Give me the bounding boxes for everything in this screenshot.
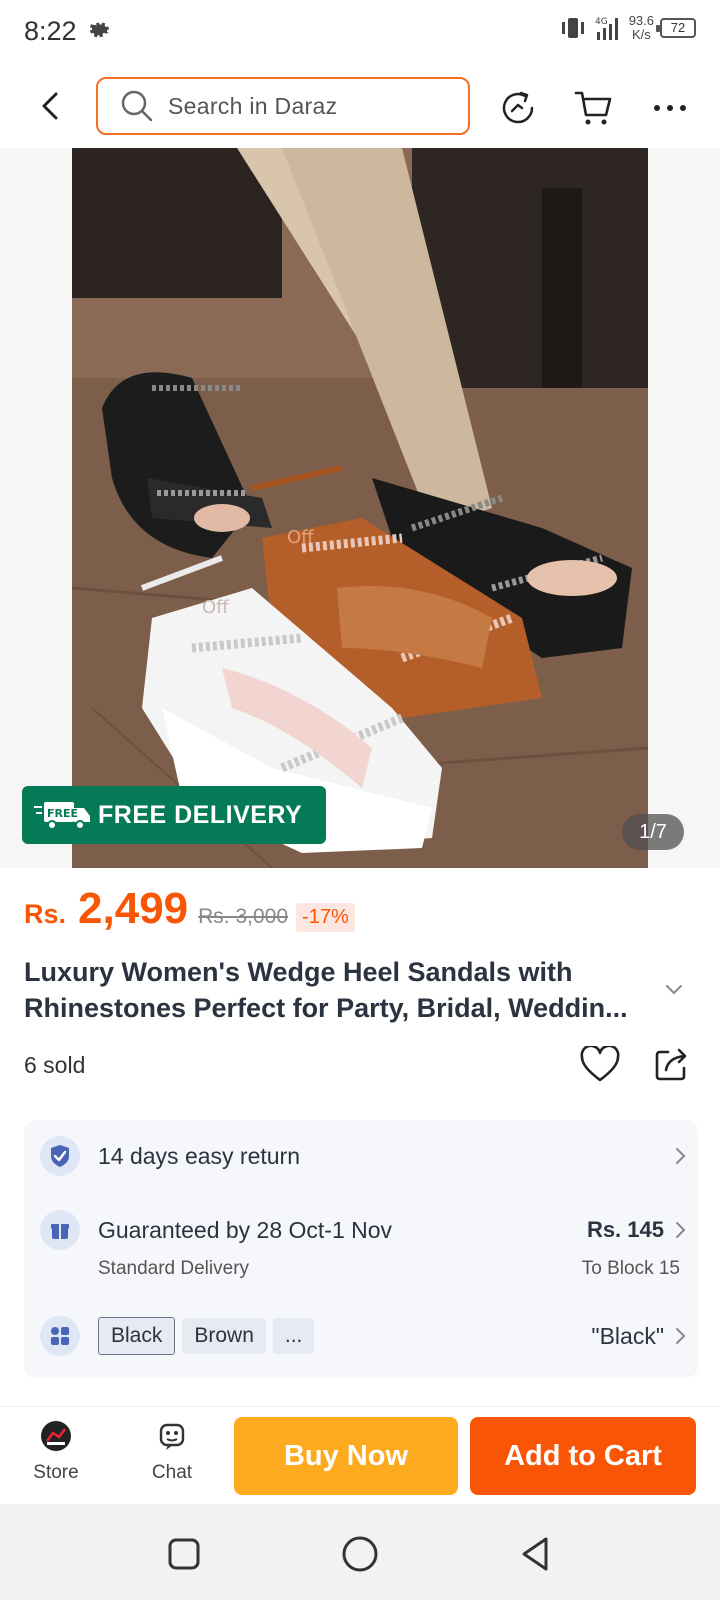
delivery-type: Standard Delivery <box>98 1258 250 1279</box>
product-title[interactable]: Luxury Women's Wedge Heel Sandals with R… <box>24 954 674 1026</box>
chat-bot-icon <box>159 1423 185 1450</box>
status-bar: 8:22 4G 93.6 K/s 72 <box>0 0 720 66</box>
cart-button[interactable] <box>572 86 616 130</box>
original-price: Rs. 3,000 <box>198 905 289 928</box>
return-policy-row[interactable]: 14 days easy return <box>40 1136 686 1176</box>
back-triangle-icon[interactable] <box>516 1534 556 1574</box>
variant-grid-icon <box>40 1316 80 1356</box>
delivery-fee-group: Rs. 145 <box>587 1217 686 1243</box>
chevron-right-icon <box>676 1328 686 1344</box>
free-delivery-label: FREE DELIVERY <box>98 800 303 829</box>
variant-row[interactable]: Black Brown ... "Black" <box>40 1316 686 1356</box>
free-delivery-badge: FREE FREE DELIVERY <box>22 786 326 844</box>
service-info-card: 14 days easy return Guaranteed by 28 Oct… <box>24 1120 698 1378</box>
settings-gear-icon <box>89 22 110 38</box>
price-currency: Rs. <box>24 899 67 929</box>
delivery-guarantee-text: Guaranteed by 28 Oct-1 Nov <box>98 1216 393 1243</box>
svg-text:4G: 4G <box>595 17 608 27</box>
status-time: 8:22 <box>24 16 77 46</box>
cart-icon <box>574 91 612 125</box>
store-logo-icon <box>41 1421 71 1451</box>
sandals-illustration: Off Off <box>72 148 648 868</box>
recent-apps-icon[interactable] <box>164 1534 204 1574</box>
chevron-right-icon <box>676 1222 686 1238</box>
store-button[interactable]: Store <box>16 1419 96 1484</box>
add-to-cart-button[interactable]: Add to Cart <box>470 1417 696 1495</box>
net-speed-value: 93.6 <box>628 13 654 28</box>
status-indicators: 4G 93.6 K/s 72 <box>559 14 696 42</box>
chevron-right-icon <box>676 1148 686 1164</box>
variant-chip-brown[interactable]: Brown <box>182 1318 266 1354</box>
sold-count: 6 sold <box>24 1052 86 1078</box>
search-input[interactable]: Search in Daraz <box>96 77 470 135</box>
signal-4g-icon: 4G <box>595 17 618 40</box>
home-circle-icon[interactable] <box>340 1534 380 1574</box>
search-placeholder: Search in Daraz <box>168 92 338 119</box>
share-icon[interactable] <box>654 1046 690 1082</box>
delivery-location: To Block 15 <box>581 1258 680 1279</box>
chat-button[interactable]: Chat <box>132 1419 212 1484</box>
selected-variant: "Black" <box>591 1322 664 1349</box>
network-speed: 93.6 K/s <box>629 14 654 42</box>
product-image-gallery[interactable]: Off Off FREE FREE DELIVERY 1/7 <box>0 148 720 868</box>
system-navigation-bar <box>0 1504 720 1600</box>
variant-chip-black[interactable]: Black <box>98 1317 176 1355</box>
vibrate-icon <box>561 18 584 38</box>
return-policy-text: 14 days easy return <box>98 1142 301 1169</box>
back-button[interactable] <box>30 84 70 128</box>
history-button[interactable] <box>496 86 540 130</box>
delivery-truck-icon: FREE <box>34 802 90 830</box>
shoe-brand-mark-brown: Off <box>287 527 314 548</box>
search-icon <box>121 90 153 122</box>
net-speed-unit: K/s <box>631 27 651 42</box>
shoe-brand-mark-white: Off <box>202 597 229 618</box>
product-photo[interactable]: Off Off <box>72 148 648 868</box>
history-refresh-icon <box>502 91 534 124</box>
battery-icon: 72 <box>656 18 696 38</box>
heart-wishlist-icon[interactable] <box>580 1046 620 1084</box>
free-truck-text: FREE <box>47 807 78 820</box>
more-dots-icon <box>654 105 686 111</box>
more-options-button[interactable] <box>648 86 692 130</box>
chevron-down-icon[interactable] <box>664 984 684 996</box>
variant-chip-more[interactable]: ... <box>272 1318 315 1354</box>
discount-badge: -17% <box>296 903 355 932</box>
gift-box-icon <box>40 1210 80 1250</box>
chat-label: Chat <box>151 1462 193 1483</box>
image-counter: 1/7 <box>622 814 684 850</box>
product-title-line-2: Rhinestones Perfect for Party, Bridal, W… <box>24 993 628 1023</box>
bottom-action-bar: Store Chat Buy Now Add to Cart <box>0 1406 720 1504</box>
delivery-fee: Rs. 145 <box>586 1217 664 1242</box>
price-row: Rs. 2,499 Rs. 3,000 -17% <box>24 884 355 934</box>
shield-check-icon <box>40 1136 80 1176</box>
top-header: Search in Daraz <box>0 66 720 148</box>
back-arrow-icon <box>42 92 58 120</box>
store-label: Store <box>33 1462 79 1483</box>
delivery-row[interactable]: Guaranteed by 28 Oct-1 Nov Rs. 145 <box>40 1210 686 1250</box>
buy-now-button[interactable]: Buy Now <box>234 1417 458 1495</box>
selected-variant-group: "Black" <box>591 1323 686 1350</box>
product-title-line-1: Luxury Women's Wedge Heel Sandals with <box>24 957 573 987</box>
return-policy-chevron <box>674 1147 686 1165</box>
price-value: 2,499 <box>78 884 189 933</box>
